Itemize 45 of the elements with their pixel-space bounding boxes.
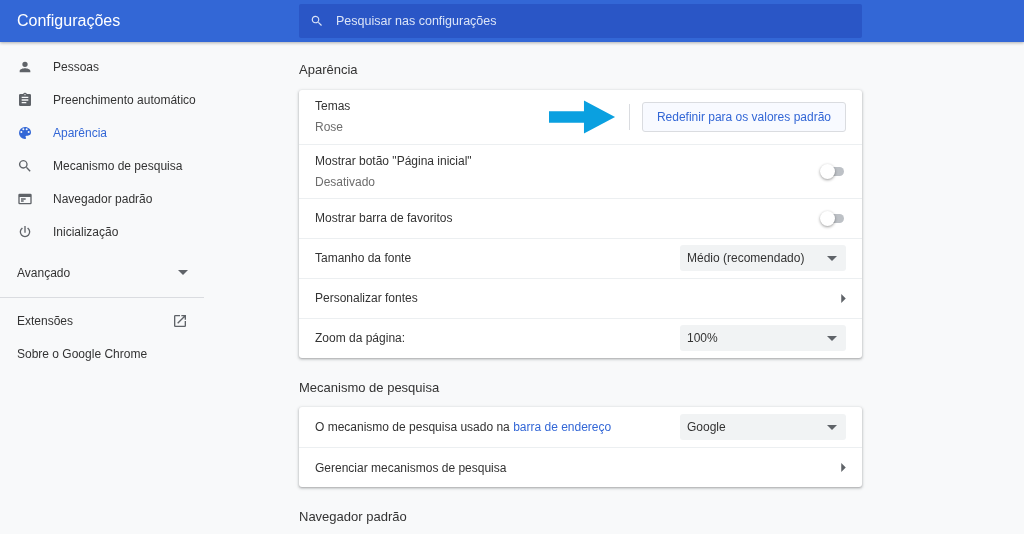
search-field[interactable]: Pesquisar nas configurações bbox=[299, 4, 862, 38]
search-icon bbox=[17, 157, 33, 174]
section-heading: Aparência bbox=[299, 61, 359, 79]
sidebar-link[interactable]: Extensões bbox=[0, 304, 204, 337]
dropdown[interactable]: Médio (recomendado) bbox=[680, 245, 846, 271]
sidebar-item[interactable]: Aparência bbox=[0, 116, 204, 149]
setting-label: Gerenciar mecanismos de pesquisa bbox=[315, 459, 508, 477]
chevron-right-icon bbox=[841, 463, 846, 472]
setting-label: O mecanismo de pesquisa usado na barra de endereço bbox=[315, 419, 613, 436]
address-bar-link[interactable]: barra de endereço bbox=[513, 420, 612, 434]
reset-button[interactable]: Redefinir para os valores padrão bbox=[641, 101, 846, 132]
setting-label: Tamanho da fonte bbox=[315, 250, 413, 267]
setting-value: Desativado bbox=[315, 173, 377, 191]
dropdown-arrow-icon bbox=[827, 255, 837, 261]
toggle-switch[interactable] bbox=[820, 210, 846, 226]
arrow-icon bbox=[548, 98, 617, 135]
search-icon bbox=[310, 14, 324, 28]
clipboard-icon bbox=[17, 91, 33, 108]
power-icon bbox=[17, 223, 33, 240]
sidebar-link[interactable]: Sobre o Google Chrome bbox=[0, 337, 204, 370]
sidebar-item[interactable]: Mecanismo de pesquisa bbox=[0, 149, 204, 182]
section-heading: Mecanismo de pesquisa bbox=[299, 378, 441, 397]
sidebar-item[interactable]: Preenchimento automático bbox=[0, 83, 204, 116]
caret-icon bbox=[178, 270, 188, 275]
chevron-right-icon bbox=[841, 293, 846, 303]
sidebar-item[interactable]: Pessoas bbox=[0, 50, 204, 83]
dropdown-arrow-icon bbox=[827, 424, 837, 430]
palette-icon bbox=[17, 124, 33, 141]
setting-label: Mostrar barra de favoritos bbox=[315, 210, 454, 227]
setting-label: Personalizar fontes bbox=[315, 290, 419, 307]
toggle-switch[interactable] bbox=[820, 163, 846, 179]
page-title: Configurações bbox=[16, 11, 122, 31]
setting-label: Mostrar botão "Página inicial" bbox=[315, 152, 473, 170]
advanced-toggle[interactable]: Avançado bbox=[0, 256, 204, 289]
sidebar-item[interactable]: Navegador padrão bbox=[0, 182, 204, 215]
settings-link-row[interactable]: Gerenciar mecanismos de pesquisa bbox=[299, 447, 862, 487]
dropdown[interactable]: Google bbox=[680, 414, 846, 440]
setting-label: Zoom da página: bbox=[315, 330, 407, 347]
setting-value: Rose bbox=[315, 119, 344, 136]
sidebar-item[interactable]: Inicialização bbox=[0, 215, 204, 248]
setting-label: Temas bbox=[315, 98, 352, 115]
dropdown-arrow-icon bbox=[827, 335, 837, 341]
section-heading: Navegador padrão bbox=[299, 508, 408, 526]
settings-link-row[interactable]: Personalizar fontes bbox=[299, 277, 862, 318]
dropdown[interactable]: 100% bbox=[680, 325, 846, 351]
